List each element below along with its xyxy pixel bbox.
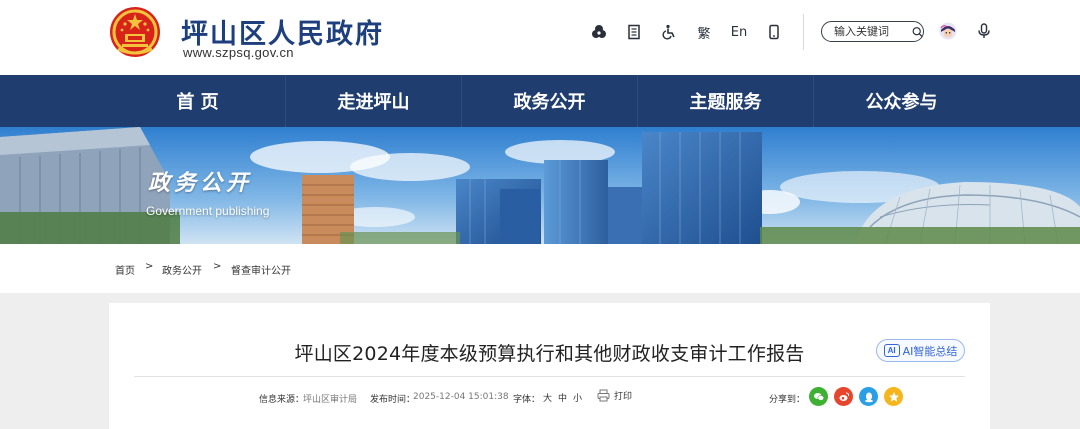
search-input[interactable] [834,25,910,38]
publish-time-value: 2025-12-04 15:01:38 [413,392,509,402]
nav-item-about[interactable]: 走进坪山 [286,75,461,127]
ai-summary-label: AI智能总结 [902,344,958,358]
publish-time-label: 发布时间： [370,395,416,405]
main-nav: 首 页 走进坪山 政务公开 主题服务 公众参与 [0,75,1080,127]
wechat-icon [813,392,824,401]
source-value: 坪山区审计局 [303,395,358,405]
qq-icon [864,392,873,402]
breadcrumb-home[interactable]: 首页 [115,262,135,277]
print-button[interactable]: 打印 [597,389,632,402]
accessibility-icon[interactable] [589,22,609,42]
ai-icon: AI [883,344,900,357]
font-size-label: 字体： [513,395,541,405]
nav-item-participation[interactable]: 公众参与 [814,75,989,127]
traditional-chinese-toggle[interactable]: 繁 [694,22,714,42]
breadcrumb-gov-affairs[interactable]: 政务公开 [162,262,202,277]
print-label: 打印 [614,392,633,402]
nav-item-services[interactable]: 主题服务 [638,75,813,127]
mobile-icon[interactable] [764,22,784,42]
banner-subtitle: Government publishing [146,204,270,218]
breadcrumb-separator: > [145,261,154,272]
wheelchair-icon[interactable] [659,22,679,42]
ai-summary-button[interactable]: AI AI智能总结 [876,339,965,362]
print-icon [597,389,610,402]
source-label: 信息来源： [259,395,305,405]
search-box[interactable] [821,21,924,42]
article-title: 坪山区2024年度本级预算执行和其他财政收支审计工作报告 [294,343,805,365]
weibo-icon [839,392,849,401]
doc-icon[interactable] [624,22,644,42]
emblem-icon[interactable] [108,5,162,59]
share-weibo[interactable] [834,387,853,406]
avatar-icon[interactable] [939,22,957,40]
share-label: 分享到： [769,395,806,405]
font-size-small[interactable]: 小 [573,391,582,404]
share-wechat[interactable] [809,387,828,406]
search-icon[interactable] [912,25,923,39]
share-qzone[interactable] [884,387,903,406]
breadcrumb-separator: > [213,261,222,272]
font-size-large[interactable]: 大 [543,391,552,404]
breadcrumb-audit[interactable]: 督查审计公开 [231,262,291,277]
share-qq[interactable] [859,387,878,406]
site-url: www.szpsq.gov.cn [183,45,294,60]
nav-item-gov-affairs[interactable]: 政务公开 [462,75,637,127]
header-divider [803,14,804,50]
english-toggle[interactable]: En [728,22,750,42]
banner-title: 政务公开 [148,171,253,196]
site-header: 坪山区人民政府 www.szpsq.gov.cn 繁 En [0,0,1080,75]
title-divider [134,376,965,377]
font-size-medium[interactable]: 中 [558,391,567,404]
nav-item-home[interactable]: 首 页 [110,75,285,127]
article-card [109,303,990,429]
mic-icon[interactable] [975,22,993,40]
qzone-icon [888,391,899,402]
